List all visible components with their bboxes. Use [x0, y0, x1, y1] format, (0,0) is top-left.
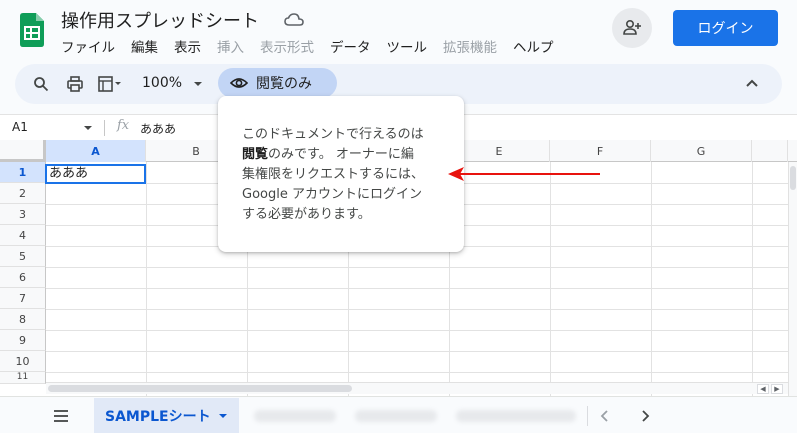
gridline — [46, 267, 788, 268]
cell-a1[interactable]: あああ — [45, 164, 146, 184]
select-all-corner[interactable] — [0, 140, 46, 162]
document-title[interactable]: 操作用スプレッドシート — [61, 7, 259, 33]
scrollbar-thumb[interactable] — [790, 166, 796, 190]
menu-item[interactable]: データ — [330, 36, 379, 56]
next-sheet-button[interactable] — [636, 407, 654, 425]
gridline — [752, 162, 753, 396]
print-button[interactable] — [65, 74, 85, 94]
row-header-7[interactable]: 7 — [0, 288, 46, 309]
name-box[interactable]: A1 — [12, 120, 28, 134]
popup-line: する必要があります。 — [242, 207, 371, 222]
eye-icon — [230, 78, 248, 88]
column-header-f[interactable]: F — [550, 140, 651, 162]
menu-item[interactable]: 表示 — [174, 36, 209, 56]
row-header-8[interactable]: 8 — [0, 309, 46, 330]
row-header-10[interactable]: 10 — [0, 351, 46, 372]
person-add-icon — [623, 19, 641, 35]
row-header-6[interactable]: 6 — [0, 267, 46, 288]
row-header-4[interactable]: 4 — [0, 225, 46, 246]
menu-item: 挿入 — [217, 40, 244, 56]
popup-line: Google アカウントにログイン — [242, 187, 422, 202]
formula-input[interactable]: あああ — [140, 120, 176, 137]
scroll-right-button[interactable]: ▶ — [771, 384, 783, 394]
chevron-right-icon — [642, 410, 650, 422]
row-header-3[interactable]: 3 — [0, 204, 46, 225]
gridline — [550, 162, 551, 396]
spreadsheet-window: 操作用スプレッドシート ファイル 編集 表示 挿入 表示形式 データ ツール 拡張機能 ヘルプ … — [0, 0, 797, 433]
gridline — [146, 162, 147, 396]
sheet-tab-blurred[interactable] — [254, 410, 336, 422]
menu-item: 表示形式 — [260, 40, 314, 56]
sheet-tab-label: SAMPLEシート — [105, 408, 211, 425]
view-mode-dropdown[interactable] — [95, 74, 125, 94]
header: 操作用スプレッドシート ファイル 編集 表示 挿入 表示形式 データ ツール 拡張機能 ヘルプ … — [0, 0, 797, 60]
row-header-11[interactable]: 11 — [0, 372, 46, 384]
popup-text: のみです。 オーナーに編 — [268, 147, 414, 162]
chevron-down-icon[interactable] — [83, 123, 93, 133]
gridline — [46, 330, 788, 331]
chevron-left-icon — [600, 410, 608, 422]
divider — [104, 120, 105, 136]
gridline — [651, 162, 652, 396]
sheet-tab-bar: SAMPLEシート — [0, 396, 797, 433]
zoom-select[interactable]: 100% — [142, 75, 182, 91]
horizontal-scrollbar[interactable]: ◀ ▶ — [46, 382, 788, 394]
popup-line: このドキュメントで行えるのは — [242, 127, 424, 142]
column-header-e[interactable]: E — [449, 140, 550, 162]
gridline — [46, 288, 788, 289]
fx-icon: fx — [117, 118, 130, 133]
popup-bold-text: 閲覧 — [242, 147, 269, 162]
scroll-left-button[interactable]: ◀ — [757, 384, 769, 394]
column-header-a[interactable]: A — [46, 140, 146, 162]
gridline — [46, 309, 788, 310]
menu-item[interactable]: ヘルプ — [513, 36, 562, 56]
divider — [587, 406, 588, 426]
row-header-5[interactable]: 5 — [0, 246, 46, 267]
layout-icon — [98, 76, 121, 92]
chevron-down-icon[interactable] — [217, 410, 229, 422]
view-only-info-popup: このドキュメントで行えるのは 閲覧のみです。 オーナーに編 集権限をリクエストす… — [218, 96, 464, 252]
menu-item[interactable]: ファイル — [61, 36, 123, 56]
add-person-button[interactable] — [612, 8, 652, 48]
popup-line: 集権限をリクエストするには、 — [242, 167, 425, 182]
chevron-down-icon[interactable] — [191, 77, 205, 91]
print-icon — [67, 76, 83, 92]
row-header-9[interactable]: 9 — [0, 330, 46, 351]
search-menus-button[interactable] — [31, 74, 51, 94]
view-only-chip[interactable]: 閲覧のみ — [218, 68, 337, 98]
red-arrow-annotation — [448, 167, 600, 181]
sheet-tab-blurred[interactable] — [456, 410, 576, 422]
chevron-up-icon[interactable] — [744, 76, 760, 92]
gridline — [46, 372, 788, 373]
login-button[interactable]: ログイン — [673, 10, 778, 46]
popup-line: 閲覧のみです。 オーナーに編 — [242, 145, 444, 165]
row-header-2[interactable]: 2 — [0, 183, 46, 204]
menu-item: 拡張機能 — [443, 40, 497, 56]
sheets-logo-icon[interactable] — [20, 13, 44, 47]
column-header-h[interactable] — [752, 140, 788, 162]
sheet-tab-active[interactable]: SAMPLEシート — [94, 398, 239, 433]
menu-bar: ファイル 編集 表示 挿入 表示形式 データ ツール 拡張機能 ヘルプ — [61, 36, 570, 56]
vertical-scrollbar[interactable] — [788, 162, 797, 396]
sheet-tab-blurred[interactable] — [355, 410, 437, 422]
previous-sheet-button[interactable] — [596, 407, 614, 425]
view-only-label: 閲覧のみ — [256, 76, 312, 92]
cloud-saved-icon[interactable] — [283, 11, 305, 29]
row-header-1[interactable]: 1 — [0, 162, 46, 183]
menu-item[interactable]: ツール — [387, 36, 436, 56]
menu-icon[interactable] — [52, 407, 70, 425]
scrollbar-thumb[interactable] — [48, 385, 352, 392]
menu-item[interactable]: 編集 — [131, 36, 166, 56]
column-header-g[interactable]: G — [651, 140, 752, 162]
gridline — [46, 351, 788, 352]
search-icon — [34, 77, 49, 92]
